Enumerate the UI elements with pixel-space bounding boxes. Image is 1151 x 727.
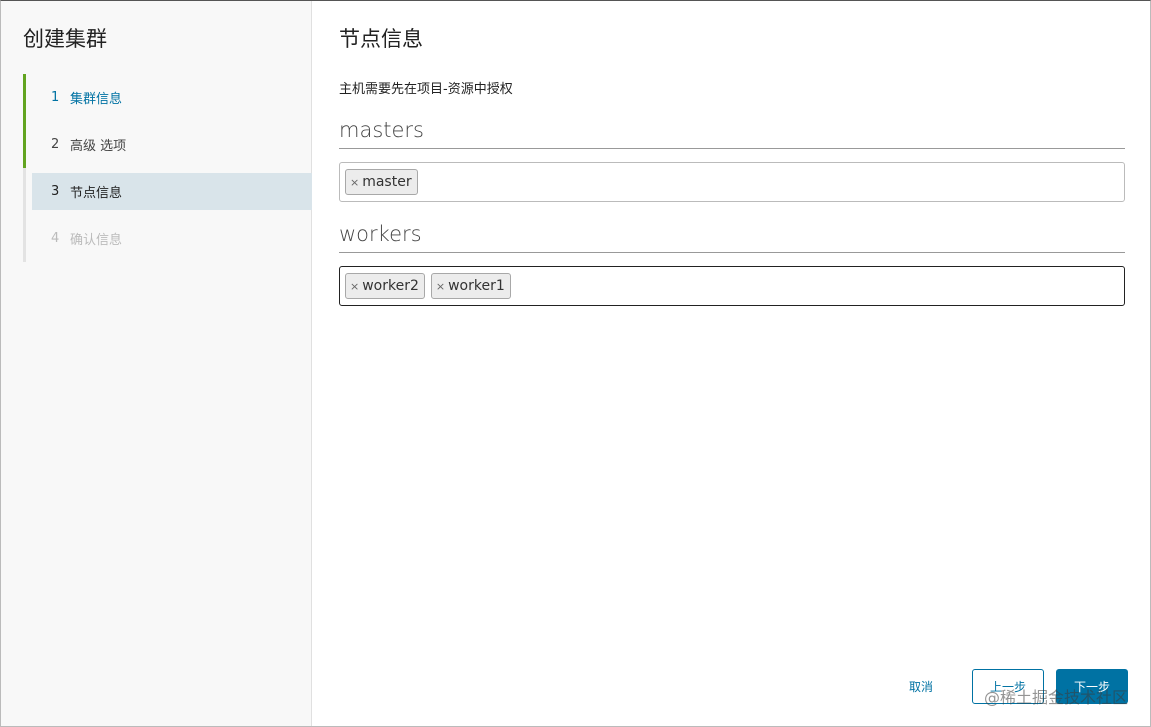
tag-label: worker1 — [448, 278, 505, 294]
authorization-hint: 主机需要先在项目-资源中授权 — [339, 82, 513, 97]
step-label: 节点信息 — [70, 186, 123, 201]
masters-select[interactable]: × master — [339, 162, 1125, 202]
step-number: 2 — [51, 137, 60, 152]
previous-button[interactable]: 上一步 — [972, 669, 1044, 704]
step-label: 高级 选项 — [70, 139, 127, 154]
step-label: 集群信息 — [70, 92, 123, 107]
step-confirm-info: 4 确认信息 — [23, 215, 312, 262]
cancel-button[interactable]: 取消 — [909, 678, 933, 695]
wizard-sidebar: 创建集群 1 集群信息 2 高级 选项 3 节点信息 4 确认信息 — [1, 1, 312, 726]
remove-tag-icon[interactable]: × — [350, 176, 359, 189]
node-tag: × worker2 — [345, 273, 425, 299]
step-node-info[interactable]: 3 节点信息 — [23, 168, 312, 215]
create-cluster-wizard: 创建集群 1 集群信息 2 高级 选项 3 节点信息 4 确认信息 节点信息 主… — [0, 0, 1151, 727]
tag-label: worker2 — [362, 278, 419, 294]
workers-label: workers — [339, 222, 1125, 253]
next-button[interactable]: 下一步 — [1056, 669, 1128, 704]
step-number: 4 — [51, 231, 60, 246]
remove-tag-icon[interactable]: × — [436, 280, 445, 293]
tag-label: master — [362, 174, 412, 190]
step-advanced-options[interactable]: 2 高级 选项 — [23, 121, 312, 168]
remove-tag-icon[interactable]: × — [350, 280, 359, 293]
page-title: 节点信息 — [339, 27, 423, 51]
wizard-title: 创建集群 — [23, 27, 107, 51]
step-label: 确认信息 — [70, 233, 123, 248]
node-tag: × master — [345, 169, 418, 195]
wizard-content: 节点信息 主机需要先在项目-资源中授权 masters × master wor… — [312, 1, 1150, 726]
step-number: 3 — [51, 184, 60, 199]
wizard-steps: 1 集群信息 2 高级 选项 3 节点信息 4 确认信息 — [23, 74, 312, 262]
step-cluster-info[interactable]: 1 集群信息 — [23, 74, 312, 121]
masters-label: masters — [339, 118, 1125, 149]
step-number: 1 — [51, 90, 60, 105]
workers-select[interactable]: × worker2 × worker1 — [339, 266, 1125, 306]
node-tag: × worker1 — [430, 273, 511, 299]
